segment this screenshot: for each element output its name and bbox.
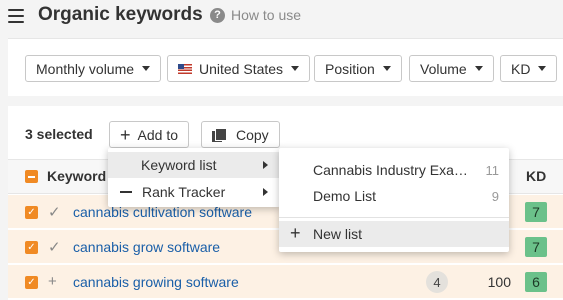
add-to-button[interactable]: + Add to bbox=[109, 121, 189, 148]
copy-icon bbox=[212, 127, 227, 142]
how-to-use-link[interactable]: ? How to use bbox=[210, 7, 301, 23]
menu-item-label: Rank Tracker bbox=[142, 184, 226, 200]
list-item[interactable]: Demo List 9 bbox=[279, 183, 509, 209]
volume-value: 100 bbox=[487, 274, 511, 290]
chevron-right-icon bbox=[263, 188, 268, 196]
caret-down-icon bbox=[291, 66, 300, 71]
country-label: United States bbox=[199, 60, 284, 77]
list-name: Demo List bbox=[313, 188, 377, 204]
list-count: 9 bbox=[491, 188, 499, 204]
caret-down-icon bbox=[382, 66, 391, 71]
monthly-volume-label: Monthly volume bbox=[36, 60, 135, 77]
menu-divider bbox=[279, 217, 509, 218]
selected-count: 3 selected bbox=[25, 126, 93, 142]
select-all-checkbox[interactable] bbox=[25, 170, 38, 183]
volume-filter[interactable]: Volume bbox=[409, 55, 494, 82]
kd-badge: 6 bbox=[525, 272, 547, 292]
page-title: Organic keywords bbox=[38, 4, 203, 25]
list-count: 11 bbox=[485, 162, 500, 178]
keyword-link[interactable]: cannabis grow software bbox=[73, 239, 220, 255]
keyword-column-header[interactable]: Keyword bbox=[47, 168, 106, 184]
new-list-button[interactable]: + New list bbox=[279, 221, 509, 247]
chevron-right-icon bbox=[263, 161, 268, 169]
caret-down-icon bbox=[474, 66, 483, 71]
how-to-use-label: How to use bbox=[231, 7, 302, 23]
menu-item-label: Keyword list bbox=[141, 157, 217, 173]
position-filter[interactable]: Position bbox=[314, 55, 402, 82]
kd-filter[interactable]: KD bbox=[500, 55, 558, 82]
hamburger-icon[interactable] bbox=[8, 9, 24, 23]
menu-item-rank-tracker[interactable]: Rank Tracker bbox=[108, 179, 280, 205]
copy-button[interactable]: Copy bbox=[201, 121, 280, 148]
check-icon: ✓ bbox=[48, 204, 61, 221]
list-item[interactable]: Cannabis Industry Exa… 11 bbox=[279, 157, 509, 183]
new-list-label: New list bbox=[313, 226, 363, 242]
check-icon: ✓ bbox=[48, 239, 61, 256]
filter-bar: Monthly volume United States Position Vo… bbox=[8, 38, 563, 96]
plus-icon: + bbox=[120, 124, 131, 145]
menu-item-keyword-list[interactable]: Keyword list bbox=[108, 152, 280, 178]
country-filter[interactable]: United States bbox=[167, 55, 311, 82]
row-checkbox[interactable]: ✓ bbox=[25, 276, 38, 289]
copy-label: Copy bbox=[236, 126, 269, 143]
kd-column-header[interactable]: KD bbox=[526, 168, 546, 184]
row-checkbox[interactable]: ✓ bbox=[25, 206, 38, 219]
caret-down-icon bbox=[538, 66, 547, 71]
question-circle-icon: ? bbox=[210, 7, 225, 23]
list-name: Cannabis Industry Exa… bbox=[313, 162, 468, 178]
us-flag-icon bbox=[178, 63, 192, 74]
kd-badge: 7 bbox=[525, 237, 547, 257]
position-label: Position bbox=[325, 60, 375, 77]
add-to-menu: Keyword list Rank Tracker bbox=[108, 148, 280, 207]
keyword-list-submenu: Cannabis Industry Exa… 11 Demo List 9 + … bbox=[279, 148, 509, 252]
caret-down-icon bbox=[142, 66, 151, 71]
volume-label: Volume bbox=[420, 60, 467, 77]
minus-icon bbox=[120, 191, 132, 193]
plus-icon[interactable]: + bbox=[48, 273, 57, 290]
monthly-volume-filter[interactable]: Monthly volume bbox=[25, 55, 162, 82]
row-checkbox[interactable]: ✓ bbox=[25, 241, 38, 254]
keyword-link[interactable]: cannabis growing software bbox=[73, 274, 239, 290]
plus-icon: + bbox=[290, 223, 301, 243]
add-to-label: Add to bbox=[137, 126, 178, 143]
kd-label: KD bbox=[511, 60, 531, 77]
kd-badge: 7 bbox=[525, 202, 547, 222]
position-badge: 4 bbox=[426, 271, 448, 293]
